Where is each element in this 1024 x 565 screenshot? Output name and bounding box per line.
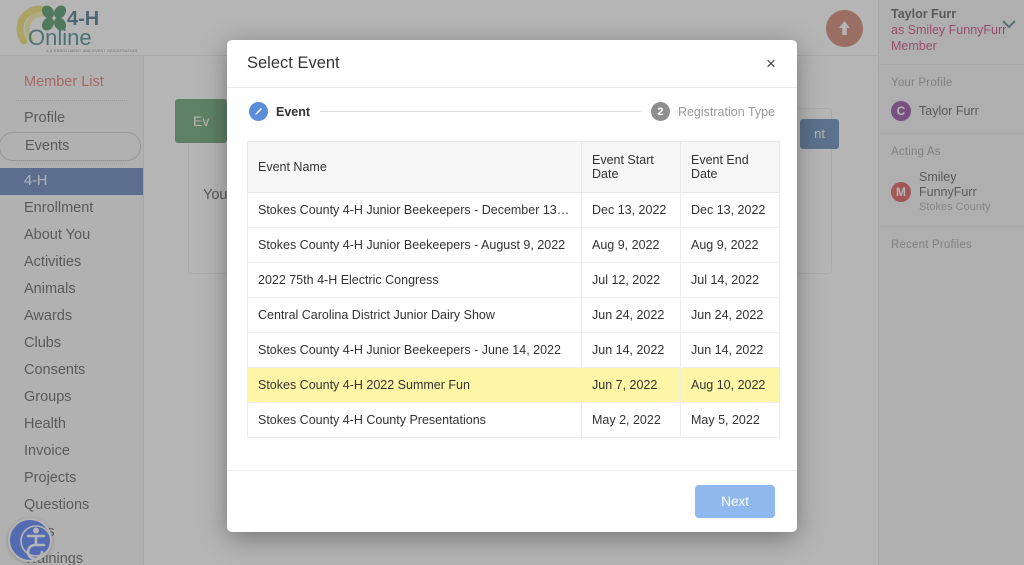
table-row[interactable]: Stokes County 4-H Junior Beekeepers - De… bbox=[248, 193, 780, 228]
events-table-body: Stokes County 4-H Junior Beekeepers - De… bbox=[248, 193, 780, 438]
step-registration-type-label: Registration Type bbox=[678, 105, 775, 119]
select-event-modal: Select Event × Event 2 Registration Type… bbox=[227, 40, 797, 532]
table-row[interactable]: 2022 75th 4-H Electric CongressJul 12, 2… bbox=[248, 263, 780, 298]
column-header-event-start-date[interactable]: Event Start Date bbox=[582, 142, 681, 193]
cell-event-start-date: May 2, 2022 bbox=[582, 403, 681, 438]
cell-event-name: Stokes County 4-H 2022 Summer Fun bbox=[248, 368, 582, 403]
cell-event-name: 2022 75th 4-H Electric Congress bbox=[248, 263, 582, 298]
step-event[interactable]: Event bbox=[249, 102, 310, 121]
cell-event-end-date: Jun 24, 2022 bbox=[681, 298, 780, 333]
modal-body: Event Name Event Start Date Event End Da… bbox=[227, 131, 797, 470]
stepper-connector bbox=[320, 111, 641, 112]
table-header-row: Event Name Event Start Date Event End Da… bbox=[248, 142, 780, 193]
edit-pencil-icon bbox=[249, 102, 268, 121]
close-icon[interactable]: × bbox=[759, 52, 783, 76]
cell-event-start-date: Jun 7, 2022 bbox=[582, 368, 681, 403]
step-event-label: Event bbox=[276, 105, 310, 119]
cell-event-name: Stokes County 4-H Junior Beekeepers - De… bbox=[248, 193, 582, 228]
modal-title: Select Event bbox=[247, 54, 340, 73]
table-row[interactable]: Stokes County 4-H County PresentationsMa… bbox=[248, 403, 780, 438]
cell-event-end-date: Aug 9, 2022 bbox=[681, 228, 780, 263]
table-row[interactable]: Stokes County 4-H 2022 Summer FunJun 7, … bbox=[248, 368, 780, 403]
cell-event-end-date: Jun 14, 2022 bbox=[681, 333, 780, 368]
cell-event-name: Stokes County 4-H County Presentations bbox=[248, 403, 582, 438]
step-number-badge: 2 bbox=[651, 102, 670, 121]
screen: 4-H Online 4-H ENROLLMENT AND EVENT REGI… bbox=[0, 0, 1024, 565]
cell-event-name: Central Carolina District Junior Dairy S… bbox=[248, 298, 582, 333]
column-header-event-end-date[interactable]: Event End Date bbox=[681, 142, 780, 193]
cell-event-name: Stokes County 4-H Junior Beekeepers - Ju… bbox=[248, 333, 582, 368]
modal-header: Select Event × bbox=[227, 40, 797, 88]
events-table: Event Name Event Start Date Event End Da… bbox=[247, 141, 780, 438]
cell-event-start-date: Jun 24, 2022 bbox=[582, 298, 681, 333]
cell-event-end-date: May 5, 2022 bbox=[681, 403, 780, 438]
cell-event-end-date: Dec 13, 2022 bbox=[681, 193, 780, 228]
cell-event-start-date: Aug 9, 2022 bbox=[582, 228, 681, 263]
cell-event-end-date: Aug 10, 2022 bbox=[681, 368, 780, 403]
table-row[interactable]: Stokes County 4-H Junior Beekeepers - Au… bbox=[248, 228, 780, 263]
modal-footer: Next bbox=[227, 470, 797, 532]
events-table-head: Event Name Event Start Date Event End Da… bbox=[248, 142, 780, 193]
column-header-event-name[interactable]: Event Name bbox=[248, 142, 582, 193]
next-button[interactable]: Next bbox=[695, 485, 775, 518]
table-row[interactable]: Central Carolina District Junior Dairy S… bbox=[248, 298, 780, 333]
cell-event-start-date: Jun 14, 2022 bbox=[582, 333, 681, 368]
step-registration-type[interactable]: 2 Registration Type bbox=[651, 102, 775, 121]
cell-event-name: Stokes County 4-H Junior Beekeepers - Au… bbox=[248, 228, 582, 263]
cell-event-end-date: Jul 14, 2022 bbox=[681, 263, 780, 298]
cell-event-start-date: Jul 12, 2022 bbox=[582, 263, 681, 298]
wizard-stepper: Event 2 Registration Type bbox=[227, 88, 797, 131]
table-row[interactable]: Stokes County 4-H Junior Beekeepers - Ju… bbox=[248, 333, 780, 368]
cell-event-start-date: Dec 13, 2022 bbox=[582, 193, 681, 228]
